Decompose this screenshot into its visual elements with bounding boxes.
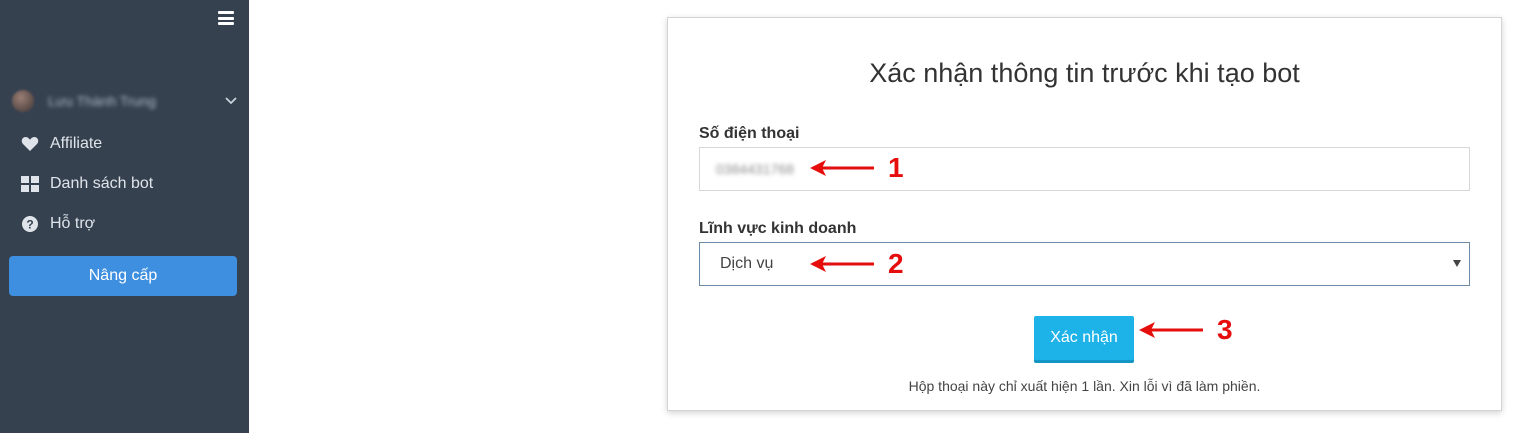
red-arrow-left-icon <box>810 160 874 176</box>
sidebar: Lưu Thành Trung Affiliate Danh sách bot <box>0 0 249 433</box>
sidebar-item-label: Affiliate <box>50 135 103 152</box>
dialog-title: Xác nhận thông tin trước khi tạo bot <box>869 58 1300 88</box>
sidebar-item-affiliate[interactable]: Affiliate <box>20 134 102 154</box>
chevron-down-icon <box>225 97 237 105</box>
question-circle-icon: ? <box>20 214 40 234</box>
business-field-label: Lĩnh vực kinh doanh <box>699 220 857 237</box>
annotation-number: 1 <box>888 152 904 183</box>
sidebar-item-support[interactable]: ? Hỗ trợ <box>20 214 95 234</box>
confirm-dialog: Xác nhận thông tin trước khi tạo bot Số … <box>667 17 1502 411</box>
sidebar-item-label: Hỗ trợ <box>50 215 96 232</box>
annotation-1: 1 <box>810 152 904 184</box>
phone-label: Số điện thoại <box>699 125 800 142</box>
user-name: Lưu Thành Trung <box>48 93 156 109</box>
dialog-note: Hộp thoại này chỉ xuất hiện 1 lần. Xin l… <box>908 378 1261 394</box>
annotation-2: 2 <box>810 248 904 280</box>
annotation-number: 3 <box>1217 314 1233 345</box>
select-value: Dịch vụ <box>720 255 774 272</box>
svg-text:?: ? <box>26 218 33 232</box>
heart-icon <box>20 134 40 154</box>
red-arrow-left-icon <box>1139 322 1203 338</box>
avatar <box>12 90 34 112</box>
menu-toggle-icon[interactable] <box>218 11 234 25</box>
upgrade-button[interactable]: Nâng cấp <box>9 256 237 296</box>
user-menu[interactable]: Lưu Thành Trung <box>12 88 240 114</box>
annotation-3: 3 <box>1139 314 1233 346</box>
annotation-number: 2 <box>888 248 904 279</box>
grid-icon <box>20 174 40 194</box>
red-arrow-left-icon <box>810 256 874 272</box>
caret-down-icon <box>1453 260 1461 267</box>
sidebar-item-label: Danh sách bot <box>50 175 154 192</box>
phone-value: 0384431768 <box>716 161 794 177</box>
sidebar-item-bot-list[interactable]: Danh sách bot <box>20 174 153 194</box>
confirm-button[interactable]: Xác nhận <box>1034 316 1134 360</box>
